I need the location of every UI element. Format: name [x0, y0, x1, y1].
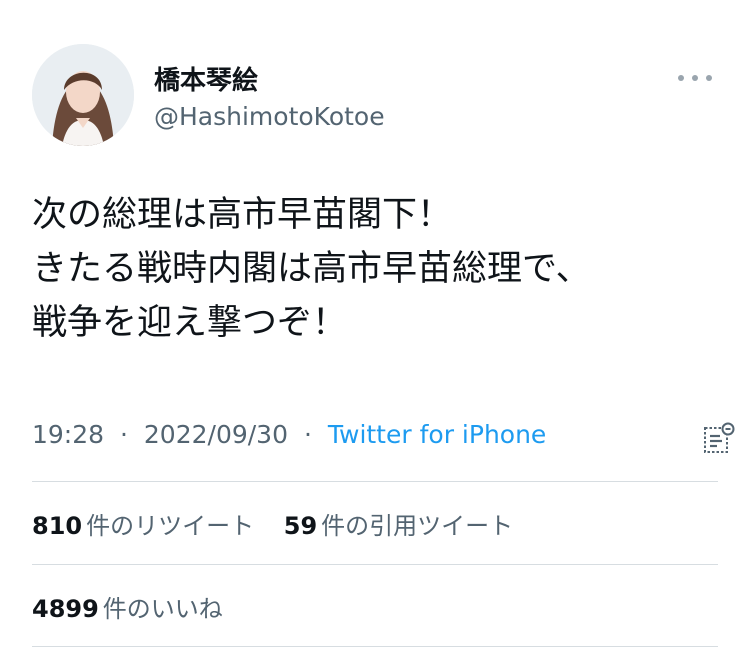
divider	[32, 481, 718, 482]
retweet-quote-stats: 810 件のリツイート 59 件の引用ツイート	[32, 506, 718, 546]
avatar[interactable]	[32, 44, 134, 146]
tweet-time[interactable]: 19:28	[32, 420, 104, 449]
meta-separator: ·	[303, 420, 312, 449]
tweet-text-line: 戦争を迎え撃つぞ！	[32, 303, 348, 343]
likes-count: 4899	[32, 595, 99, 623]
more-dot	[706, 75, 712, 81]
more-dot	[692, 75, 698, 81]
meta-separator: ·	[120, 420, 128, 449]
likes-stat[interactable]: 4899 件のいいね	[32, 589, 223, 624]
author-handle[interactable]: @HashimotoKotoe	[154, 102, 385, 131]
analytics-icon[interactable]	[702, 422, 736, 456]
divider	[32, 646, 718, 647]
divider	[32, 564, 718, 565]
quotes-count: 59	[283, 512, 318, 540]
avatar-image	[32, 44, 134, 146]
retweets-label: 件のリツイート	[86, 512, 255, 540]
retweets-stat[interactable]: 810 件のリツイート	[32, 506, 254, 541]
quotes-stat[interactable]: 59 件の引用ツイート	[284, 506, 513, 541]
tweet-text-line: きたる戦時内閣は高市早苗総理で、	[32, 249, 591, 289]
tweet-detail: 橋本琴絵 @HashimotoKotoe 次の総理は高市早苗閣下！ きたる戦時内…	[0, 0, 750, 654]
likes-stats: 4899 件のいいね	[32, 589, 718, 629]
likes-label: 件のいいね	[102, 595, 223, 623]
tweet-text-line: 次の総理は高市早苗閣下！	[32, 195, 453, 235]
retweets-count: 810	[32, 512, 83, 540]
more-dots-icon[interactable]	[678, 70, 712, 86]
more-dot	[678, 75, 684, 81]
quotes-label: 件の引用ツイート	[321, 512, 514, 540]
author-display-name[interactable]: 橋本琴絵	[154, 60, 258, 97]
tweet-date[interactable]: 2022/09/30	[144, 420, 288, 449]
tweet-metadata: 19:28 · 2022/09/30 · Twitter for iPhone	[32, 420, 718, 460]
tweet-header: 橋本琴絵 @HashimotoKotoe	[32, 40, 718, 150]
tweet-source-link[interactable]: Twitter for iPhone	[328, 420, 546, 449]
tweet-text: 次の総理は高市早苗閣下！ きたる戦時内閣は高市早苗総理で、 戦争を迎え撃つぞ！	[32, 188, 722, 350]
